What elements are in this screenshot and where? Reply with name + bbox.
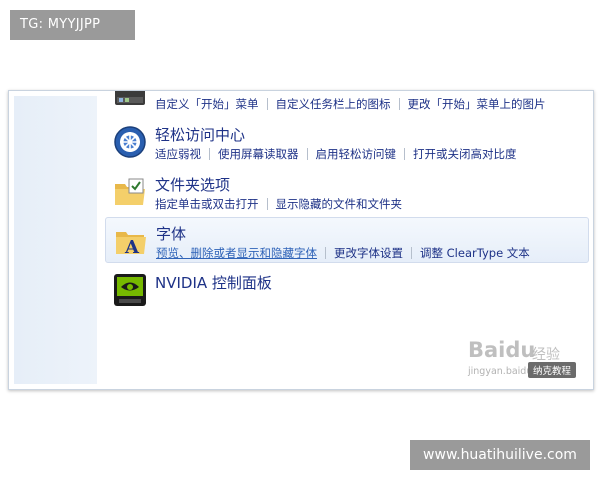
ease-of-access-icon: [113, 125, 147, 159]
ease-of-access-title[interactable]: 轻松访问中心: [155, 124, 245, 145]
fonts-item[interactable]: A 字体 预览、删除或者显示和隐藏字体 更改字体设置 调整 ClearType …: [105, 217, 589, 263]
customize-taskbar-icons-link[interactable]: 自定义任务栏上的图标: [276, 96, 391, 112]
nvidia-icon: [113, 273, 147, 307]
adjust-cleartype-link[interactable]: 调整 ClearType 文本: [420, 245, 530, 261]
change-font-settings-link[interactable]: 更改字体设置: [334, 245, 403, 261]
tutorial-badge: 纳克教程: [528, 362, 577, 378]
taskbar-start-menu-item[interactable]: 自定义「开始」菜单 自定义任务栏上的图标 更改「开始」菜单上的图片: [105, 91, 589, 115]
nvidia-control-panel-title[interactable]: NVIDIA 控制面板: [155, 272, 272, 293]
taskbar-icon: [113, 91, 147, 109]
preview-delete-fonts-link[interactable]: 预览、删除或者显示和隐藏字体: [156, 245, 317, 261]
folder-options-icon: [113, 175, 147, 209]
nvidia-control-panel-item[interactable]: NVIDIA 控制面板: [105, 267, 589, 313]
link-separator: [411, 247, 412, 259]
jingyan-text: 经验: [532, 347, 560, 363]
link-separator: [325, 247, 326, 259]
watermark-top-left: TG: MYYJJPP: [10, 10, 135, 40]
change-start-menu-picture-link[interactable]: 更改「开始」菜单上的图片: [408, 96, 546, 112]
baidu-logo: Baidu: [468, 338, 536, 362]
link-separator: [209, 148, 210, 160]
optimize-low-vision-link[interactable]: 适应弱视: [155, 146, 201, 162]
link-separator: [266, 198, 268, 210]
navigation-pane: [14, 96, 97, 384]
link-separator: [306, 148, 308, 160]
folder-options-item[interactable]: 文件夹选项 指定单击或双击打开 显示隐藏的文件和文件夹: [105, 169, 589, 215]
enable-access-keys-link[interactable]: 启用轻松访问键: [316, 146, 397, 162]
fonts-folder-icon: A: [114, 224, 148, 258]
baidu-jingyan-watermark: Baidu 经验 jingyan.baidu.com 纳克教程: [464, 334, 593, 384]
toggle-high-contrast-link[interactable]: 打开或关闭高对比度: [413, 146, 517, 162]
link-separator: [266, 98, 268, 110]
link-separator: [398, 98, 400, 110]
watermark-bottom-right: www.huatihuilive.com: [410, 440, 590, 470]
show-hidden-files-link[interactable]: 显示隐藏的文件和文件夹: [276, 196, 403, 212]
single-double-click-link[interactable]: 指定单击或双击打开: [155, 196, 259, 212]
ease-of-access-item[interactable]: 轻松访问中心 适应弱视 使用屏幕读取器 启用轻松访问键 打开或关闭高对比度: [105, 119, 589, 165]
svg-text:A: A: [124, 237, 140, 258]
control-panel-window: 自定义「开始」菜单 自定义任务栏上的图标 更改「开始」菜单上的图片 轻松访问中心…: [8, 90, 594, 390]
control-panel-item-list: 自定义「开始」菜单 自定义任务栏上的图标 更改「开始」菜单上的图片 轻松访问中心…: [105, 91, 589, 389]
fonts-title[interactable]: 字体: [156, 223, 186, 244]
customize-start-menu-link[interactable]: 自定义「开始」菜单: [155, 96, 259, 112]
use-screen-reader-link[interactable]: 使用屏幕读取器: [218, 146, 299, 162]
folder-options-title[interactable]: 文件夹选项: [155, 174, 230, 195]
link-separator: [404, 148, 405, 160]
